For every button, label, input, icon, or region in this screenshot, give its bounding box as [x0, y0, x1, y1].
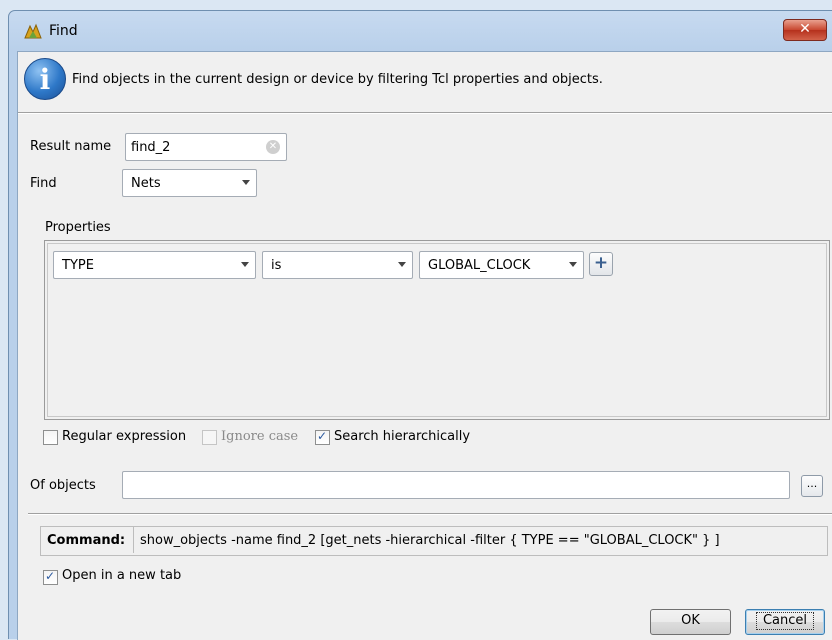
- properties-panel: TYPE is GLOBAL_CLOCK +: [44, 240, 830, 420]
- window-title: Find: [49, 23, 78, 39]
- add-property-button[interactable]: +: [589, 252, 613, 276]
- find-type-value: Nets: [131, 176, 161, 191]
- regex-label[interactable]: Regular expression: [62, 429, 186, 444]
- command-box: Command: show_objects -name find_2 [get_…: [40, 526, 828, 556]
- cancel-button[interactable]: Cancel: [745, 609, 825, 635]
- of-objects-input[interactable]: [122, 471, 790, 499]
- result-name-input[interactable]: find_2 ✕: [125, 133, 287, 161]
- find-dialog: Find ✕ i Find objects in the current des…: [8, 10, 832, 640]
- open-new-tab-label[interactable]: Open in a new tab: [62, 568, 181, 583]
- find-label: Find: [30, 176, 57, 191]
- cancel-label: Cancel: [755, 612, 815, 630]
- properties-title: Properties: [45, 220, 111, 235]
- command-field[interactable]: show_objects -name find_2 [get_nets -hie…: [133, 527, 826, 553]
- search-hierarchically-label[interactable]: Search hierarchically: [334, 429, 470, 444]
- value-value: GLOBAL_CLOCK: [428, 258, 531, 273]
- command-label: Command:: [47, 533, 126, 548]
- value-select[interactable]: GLOBAL_CLOCK: [419, 251, 584, 279]
- title-bar: Find ✕: [9, 11, 832, 51]
- find-type-select[interactable]: Nets: [122, 169, 257, 197]
- chevron-down-icon: [242, 180, 250, 185]
- divider: [28, 513, 832, 515]
- chevron-down-icon: [398, 262, 406, 267]
- ignore-case-checkbox[interactable]: [202, 430, 217, 445]
- regex-checkbox[interactable]: [43, 430, 58, 445]
- open-new-tab-checkbox[interactable]: [43, 569, 58, 585]
- result-name-label: Result name: [30, 139, 112, 154]
- search-hierarchically-checkbox[interactable]: [315, 429, 330, 445]
- browse-button[interactable]: ...: [801, 475, 823, 497]
- close-button[interactable]: ✕: [783, 19, 827, 41]
- plus-icon: +: [593, 253, 609, 273]
- of-objects-label: Of objects: [30, 478, 96, 493]
- chevron-down-icon: [241, 262, 249, 267]
- operator-value: is: [271, 258, 282, 273]
- ignore-case-label[interactable]: Ignore case: [221, 429, 298, 444]
- info-banner: i Find objects in the current design or …: [18, 52, 832, 112]
- properties-list: TYPE is GLOBAL_CLOCK +: [47, 243, 827, 417]
- divider: [18, 112, 832, 114]
- operator-select[interactable]: is: [262, 251, 413, 279]
- find-app-icon: [24, 23, 42, 39]
- info-text: Find objects in the current design or de…: [72, 72, 603, 87]
- close-icon: ✕: [799, 21, 811, 37]
- info-icon: i: [24, 58, 66, 100]
- property-select[interactable]: TYPE: [53, 251, 256, 279]
- property-value: TYPE: [62, 258, 94, 273]
- ok-button[interactable]: OK: [650, 609, 731, 635]
- chevron-down-icon: [569, 262, 577, 267]
- dialog-body: i Find objects in the current design or …: [17, 51, 832, 640]
- result-name-value: find_2: [131, 140, 171, 155]
- clear-icon[interactable]: ✕: [266, 140, 280, 154]
- command-text: show_objects -name find_2 [get_nets -hie…: [140, 533, 720, 548]
